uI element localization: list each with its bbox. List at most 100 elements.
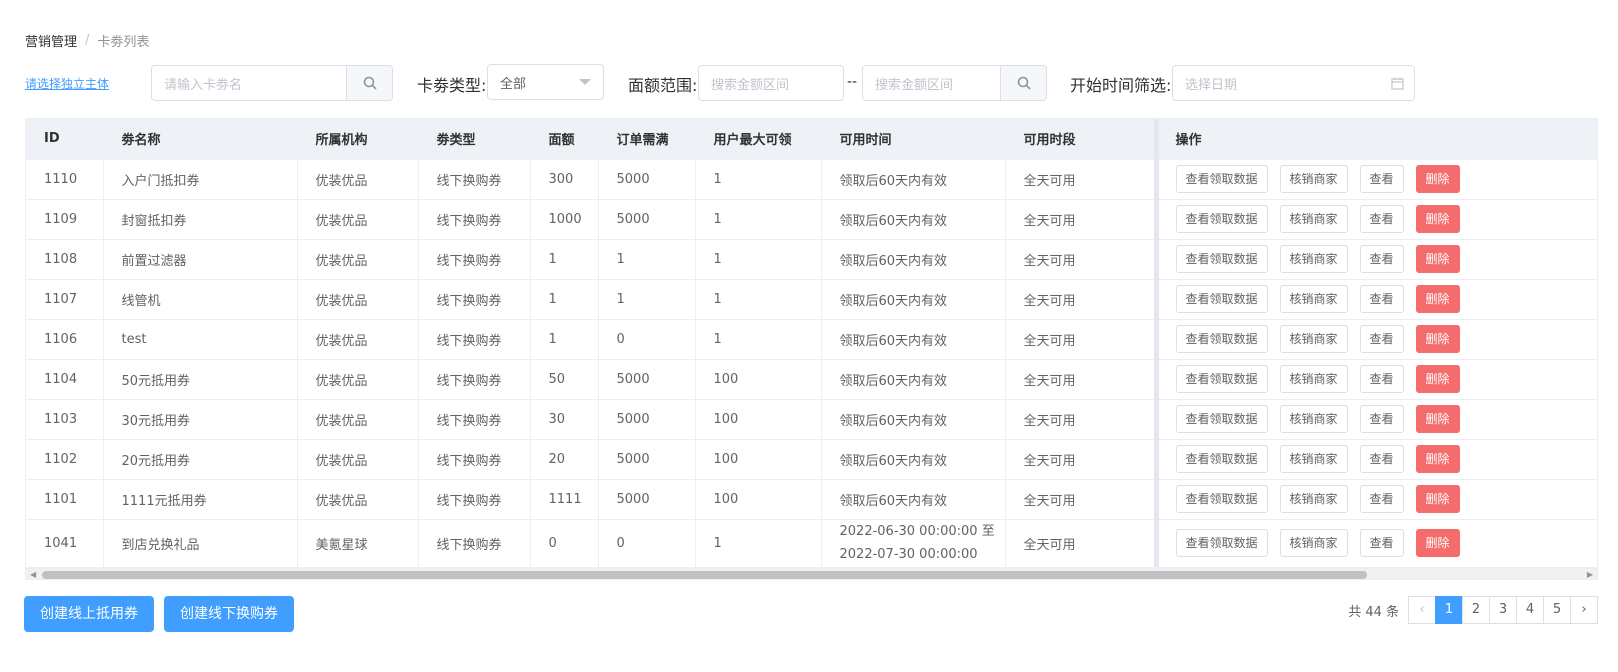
col-header-name: 劵名称 <box>103 119 298 160</box>
cell-amount: 1000 <box>530 199 599 240</box>
verify-merchant-button[interactable]: 核销商家 <box>1279 205 1348 233</box>
calendar-icon <box>1391 77 1404 90</box>
cell-valid-time: 领取后60天内有效 <box>821 279 1006 320</box>
view-button[interactable]: 查看 <box>1359 485 1404 513</box>
search-button[interactable] <box>346 66 392 100</box>
start-time-label: 开始时间筛选: <box>1070 76 1172 95</box>
verify-merchant-button[interactable]: 核销商家 <box>1279 405 1348 433</box>
view-claim-data-button[interactable]: 查看领取数据 <box>1175 325 1268 353</box>
verify-merchant-button[interactable]: 核销商家 <box>1279 485 1348 513</box>
cell-valid-period: 全天可用 <box>1005 159 1157 200</box>
view-claim-data-button[interactable]: 查看领取数据 <box>1175 245 1268 273</box>
cell-type: 线下换购券 <box>418 319 531 360</box>
view-claim-data-button[interactable]: 查看领取数据 <box>1175 445 1268 473</box>
view-claim-data-button[interactable]: 查看领取数据 <box>1175 529 1268 557</box>
view-button[interactable]: 查看 <box>1359 205 1404 233</box>
page-3[interactable]: 3 <box>1489 596 1517 624</box>
cell-valid-period: 全天可用 <box>1005 479 1157 520</box>
search-icon <box>1017 76 1031 90</box>
delete-button[interactable]: 删除 <box>1415 325 1460 353</box>
cell-name: 到店兑换礼品 <box>103 519 298 567</box>
cell-amount: 0 <box>530 519 599 567</box>
view-claim-data-button[interactable]: 查看领取数据 <box>1175 405 1268 433</box>
cell-amount: 30 <box>530 399 599 440</box>
delete-button[interactable]: 删除 <box>1415 405 1460 433</box>
delete-button[interactable]: 删除 <box>1415 245 1460 273</box>
cell-id: 1041 <box>26 519 104 567</box>
view-button[interactable]: 查看 <box>1359 445 1404 473</box>
coupon-type-select[interactable]: 全部 <box>487 64 604 100</box>
view-claim-data-button[interactable]: 查看领取数据 <box>1175 165 1268 193</box>
view-button[interactable]: 查看 <box>1359 245 1404 273</box>
horizontal-scrollbar[interactable]: ◀ ▶ <box>25 568 1598 580</box>
page-5[interactable]: 5 <box>1543 596 1571 624</box>
cell-type: 线下换购券 <box>418 199 531 240</box>
view-claim-data-button[interactable]: 查看领取数据 <box>1175 485 1268 513</box>
cell-name: 20元抵用券 <box>103 439 298 480</box>
cell-org: 优装优品 <box>297 479 419 520</box>
cell-min-order: 5000 <box>598 399 696 440</box>
amount-search-button[interactable] <box>1000 66 1046 100</box>
delete-button[interactable]: 删除 <box>1415 529 1460 557</box>
cell-valid-time: 领取后60天内有效 <box>821 439 1006 480</box>
cell-org: 优装优品 <box>297 359 419 400</box>
scroll-right-arrow-icon[interactable]: ▶ <box>1587 570 1593 580</box>
delete-button[interactable]: 删除 <box>1415 485 1460 513</box>
view-button[interactable]: 查看 <box>1359 285 1404 313</box>
amount-max-input[interactable]: 搜索金额区间 <box>863 74 1000 93</box>
delete-button[interactable]: 删除 <box>1415 445 1460 473</box>
table-row: 1109 封窗抵扣券 优装优品 线下换购券 1000 5000 1 领取后60天内有效 全天可用… <box>26 199 1597 240</box>
view-button[interactable]: 查看 <box>1359 325 1404 353</box>
amount-min-input[interactable]: 搜索金额区间 <box>698 65 844 101</box>
verify-merchant-button[interactable]: 核销商家 <box>1279 365 1348 393</box>
page-4[interactable]: 4 <box>1516 596 1544 624</box>
view-button[interactable]: 查看 <box>1359 405 1404 433</box>
table-row: 1103 30元抵用券 优装优品 线下换购券 30 5000 100 领取后60天内有效 全天可… <box>26 399 1597 440</box>
verify-merchant-button[interactable]: 核销商家 <box>1279 325 1348 353</box>
scrollbar-thumb[interactable] <box>42 571 1367 579</box>
next-page-icon[interactable]: › <box>1570 596 1598 624</box>
verify-merchant-button[interactable]: 核销商家 <box>1279 245 1348 273</box>
prev-page-icon[interactable]: ‹ <box>1408 596 1436 624</box>
delete-button[interactable]: 删除 <box>1415 165 1460 193</box>
cell-actions: 查看领取数据 核销商家 查看 删除 <box>1153 319 1597 360</box>
delete-button[interactable]: 删除 <box>1415 205 1460 233</box>
verify-merchant-button[interactable]: 核销商家 <box>1279 445 1348 473</box>
create-offline-coupon-button[interactable]: 创建线下换购券 <box>164 596 294 632</box>
cell-id: 1103 <box>26 399 104 440</box>
pagination-total: 共 44 条 <box>1348 604 1399 620</box>
view-claim-data-button[interactable]: 查看领取数据 <box>1175 365 1268 393</box>
view-button[interactable]: 查看 <box>1359 365 1404 393</box>
view-button[interactable]: 查看 <box>1359 165 1404 193</box>
cell-valid-period: 全天可用 <box>1005 239 1157 280</box>
cell-type: 线下换购券 <box>418 159 531 200</box>
date-placeholder: 选择日期 <box>1185 77 1238 93</box>
page-1[interactable]: 1 <box>1435 596 1463 624</box>
view-button[interactable]: 查看 <box>1359 529 1404 557</box>
create-online-coupon-button[interactable]: 创建线上抵用券 <box>24 596 154 632</box>
view-claim-data-button[interactable]: 查看领取数据 <box>1175 285 1268 313</box>
delete-button[interactable]: 删除 <box>1415 365 1460 393</box>
view-claim-data-button[interactable]: 查看领取数据 <box>1175 205 1268 233</box>
delete-button[interactable]: 删除 <box>1415 285 1460 313</box>
amount-max-search[interactable]: 搜索金额区间 <box>862 65 1047 101</box>
cell-id: 1110 <box>26 159 104 200</box>
page-2[interactable]: 2 <box>1462 596 1490 624</box>
cell-min-order: 5000 <box>598 439 696 480</box>
cell-max-claim: 100 <box>695 359 822 400</box>
coupon-name-search[interactable]: 请输入卡劵名 <box>151 65 393 101</box>
verify-merchant-button[interactable]: 核销商家 <box>1279 285 1348 313</box>
cell-type: 线下换购券 <box>418 399 531 440</box>
breadcrumb-root[interactable]: 营销管理 <box>25 31 77 50</box>
cell-type: 线下换购券 <box>418 279 531 320</box>
cell-name: 1111元抵用券 <box>103 479 298 520</box>
coupon-name-input[interactable]: 请输入卡劵名 <box>152 74 346 93</box>
scroll-left-arrow-icon[interactable]: ◀ <box>30 570 36 580</box>
verify-merchant-button[interactable]: 核销商家 <box>1279 529 1348 557</box>
cell-id: 1101 <box>26 479 104 520</box>
verify-merchant-button[interactable]: 核销商家 <box>1279 165 1348 193</box>
cell-min-order: 0 <box>598 519 696 567</box>
select-entity-link[interactable]: 请选择独立主体 <box>25 75 109 92</box>
date-picker[interactable]: 选择日期 <box>1172 65 1415 101</box>
cell-valid-time: 领取后60天内有效 <box>821 359 1006 400</box>
